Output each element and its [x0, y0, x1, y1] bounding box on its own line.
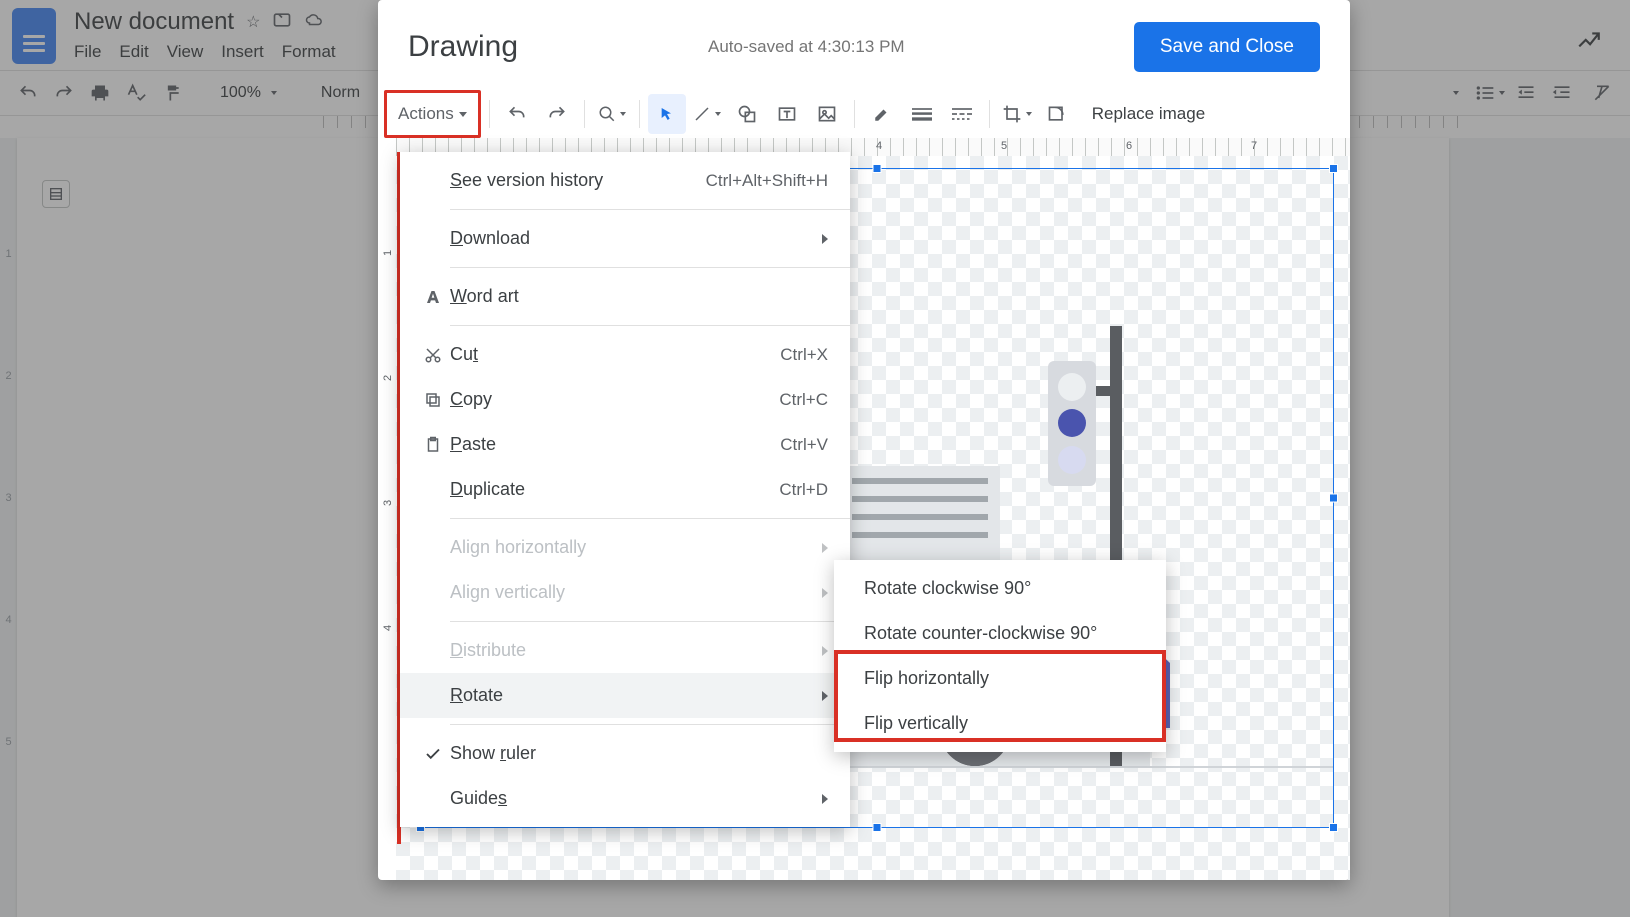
word-art-icon: [416, 288, 450, 306]
replace-image-button[interactable]: Replace image: [1078, 94, 1211, 134]
menu-align-vertically: Align vertically: [400, 570, 850, 615]
copy-icon: [416, 391, 450, 409]
shape-tool-icon[interactable]: [728, 94, 766, 134]
menu-paste[interactable]: PasteCtrl+V: [400, 422, 850, 467]
drawing-toolbar: Actions Replace image: [378, 90, 1350, 138]
menu-word-art[interactable]: Word art: [400, 274, 850, 319]
menu-distribute: Distribute: [400, 628, 850, 673]
submenu-flip-horizontally[interactable]: Flip horizontally: [834, 656, 1166, 701]
resize-handle[interactable]: [873, 823, 882, 832]
paste-icon: [416, 436, 450, 454]
save-and-close-button[interactable]: Save and Close: [1134, 22, 1320, 72]
resize-handle[interactable]: [1329, 164, 1338, 173]
border-weight-icon[interactable]: [903, 94, 941, 134]
redo-icon[interactable]: [538, 94, 576, 134]
zoom-icon[interactable]: [593, 94, 631, 134]
submenu-rotate-ccw[interactable]: Rotate counter-clockwise 90°: [834, 611, 1166, 656]
menu-duplicate[interactable]: DuplicateCtrl+D: [400, 467, 850, 512]
submenu-flip-vertically[interactable]: Flip vertically: [834, 701, 1166, 746]
autosave-status: Auto-saved at 4:30:13 PM: [708, 37, 1134, 57]
menu-rotate[interactable]: Rotate: [400, 673, 850, 718]
crop-icon[interactable]: [998, 94, 1036, 134]
resize-handle[interactable]: [873, 164, 882, 173]
undo-icon[interactable]: [498, 94, 536, 134]
menu-download[interactable]: Download: [400, 216, 850, 261]
menu-copy[interactable]: CopyCtrl+C: [400, 377, 850, 422]
actions-highlight-annotation: Actions: [384, 90, 481, 138]
border-dash-icon[interactable]: [943, 94, 981, 134]
menu-show-ruler[interactable]: Show ruler: [400, 731, 850, 776]
drawing-title: Drawing: [408, 30, 708, 64]
submenu-rotate-cw[interactable]: Rotate clockwise 90°: [834, 566, 1166, 611]
menu-guides[interactable]: Guides: [400, 776, 850, 821]
image-tool-icon[interactable]: [808, 94, 846, 134]
actions-menu-button[interactable]: Actions: [388, 94, 477, 134]
menu-version-history[interactable]: See version history Ctrl+Alt+Shift+H: [400, 158, 850, 203]
resize-handle[interactable]: [1329, 823, 1338, 832]
menu-align-horizontally: Align horizontally: [400, 525, 850, 570]
cut-icon: [416, 346, 450, 364]
line-tool-icon[interactable]: [688, 94, 726, 134]
canvas-vruler: 1 2 3 4: [378, 156, 396, 880]
mask-image-icon[interactable]: [1038, 94, 1076, 134]
select-tool-icon[interactable]: [648, 94, 686, 134]
border-color-icon[interactable]: [863, 94, 901, 134]
menu-cut[interactable]: CutCtrl+X: [400, 332, 850, 377]
resize-handle[interactable]: [1329, 494, 1338, 503]
textbox-tool-icon[interactable]: [768, 94, 806, 134]
actions-dropdown-menu: See version history Ctrl+Alt+Shift+H Dow…: [400, 152, 850, 827]
rotate-submenu: Rotate clockwise 90° Rotate counter-cloc…: [834, 560, 1166, 752]
check-icon: [416, 745, 450, 763]
